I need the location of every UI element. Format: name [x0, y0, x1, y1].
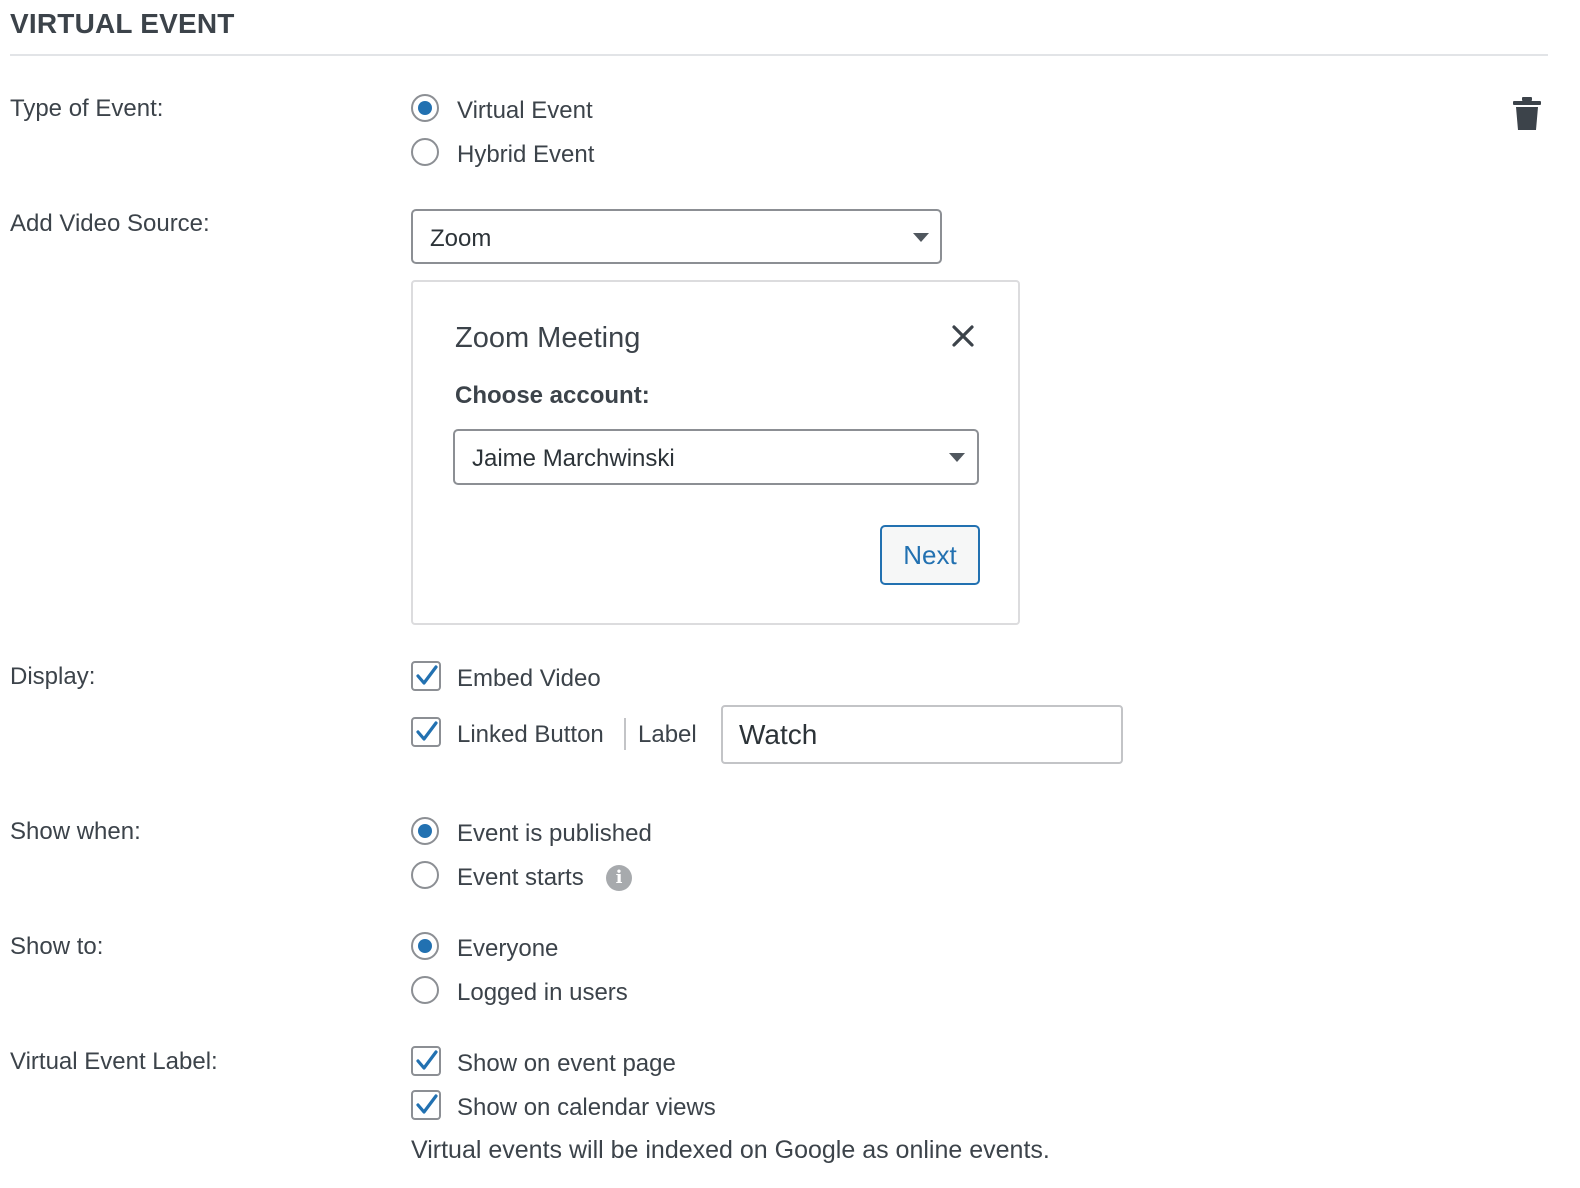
radio-event-published-label: Event is published: [457, 820, 652, 847]
type-of-event-label: Type of Event:: [10, 95, 164, 122]
radio-logged-in-users-label: Logged in users: [457, 979, 628, 1006]
checkbox-embed-video-label: Embed Video: [457, 665, 601, 692]
radio-everyone-label: Everyone: [457, 935, 559, 962]
video-source-value: Zoom: [430, 225, 492, 252]
checkbox-linked-button[interactable]: [411, 717, 441, 747]
radio-virtual-event[interactable]: [411, 94, 439, 122]
info-icon[interactable]: i: [606, 865, 632, 891]
chevron-down-icon: [949, 453, 965, 462]
close-icon[interactable]: [951, 324, 975, 348]
google-indexing-note: Virtual events will be indexed on Google…: [411, 1136, 1050, 1164]
account-select[interactable]: Jaime Marchwinski: [453, 429, 979, 485]
checkmark-icon: [416, 1094, 438, 1114]
radio-hybrid-event-label: Hybrid Event: [457, 141, 595, 168]
button-label-input[interactable]: Watch: [721, 705, 1123, 764]
radio-event-starts[interactable]: [411, 861, 439, 889]
radio-hybrid-event[interactable]: [411, 138, 439, 166]
label-separator: [624, 718, 626, 750]
zoom-meeting-title: Zoom Meeting: [455, 322, 641, 354]
trash-icon[interactable]: [1511, 96, 1543, 132]
chevron-down-icon: [913, 233, 929, 242]
checkbox-show-on-calendar-views-label: Show on calendar views: [457, 1094, 716, 1121]
checkbox-embed-video[interactable]: [411, 661, 441, 691]
radio-virtual-event-label: Virtual Event: [457, 97, 593, 124]
radio-event-published[interactable]: [411, 817, 439, 845]
zoom-meeting-panel: Zoom Meeting Choose account: Jaime March…: [411, 280, 1020, 625]
show-when-label: Show when:: [10, 818, 141, 845]
checkmark-icon: [416, 665, 438, 685]
checkbox-show-on-event-page-label: Show on event page: [457, 1050, 676, 1077]
section-title: VIRTUAL EVENT: [10, 8, 235, 39]
virtual-event-label-label: Virtual Event Label:: [10, 1048, 218, 1075]
section-divider: [10, 54, 1548, 56]
show-to-label: Show to:: [10, 933, 104, 960]
radio-logged-in-users[interactable]: [411, 976, 439, 1004]
checkmark-icon: [416, 721, 438, 741]
display-label: Display:: [10, 663, 96, 690]
next-button[interactable]: Next: [880, 525, 980, 585]
checkmark-icon: [416, 1050, 438, 1070]
account-select-value: Jaime Marchwinski: [472, 445, 675, 472]
checkbox-show-on-event-page[interactable]: [411, 1046, 441, 1076]
radio-everyone[interactable]: [411, 932, 439, 960]
checkbox-show-on-calendar-views[interactable]: [411, 1090, 441, 1120]
button-label-input-value: Watch: [739, 719, 818, 750]
button-label-caption: Label: [638, 721, 697, 748]
video-source-label: Add Video Source:: [10, 210, 210, 237]
radio-event-starts-label: Event starts: [457, 864, 584, 891]
video-source-select[interactable]: Zoom: [411, 209, 942, 264]
choose-account-label: Choose account:: [455, 382, 650, 409]
checkbox-linked-button-label: Linked Button: [457, 721, 604, 748]
